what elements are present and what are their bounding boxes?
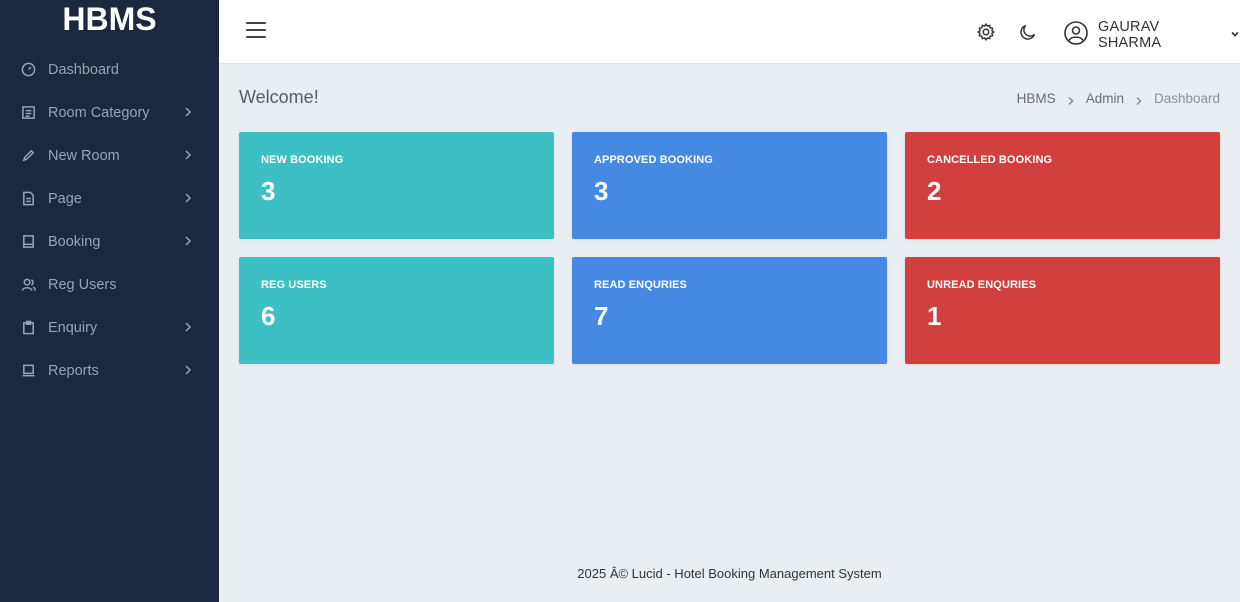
moon-icon[interactable] xyxy=(1017,21,1039,43)
stat-card-reg-users[interactable]: REG USERS 6 xyxy=(239,257,554,364)
sidebar-item-label: Dashboard xyxy=(48,61,119,78)
breadcrumb-current: Dashboard xyxy=(1153,91,1220,106)
users-icon xyxy=(20,277,36,293)
laptop-icon xyxy=(20,363,36,379)
top-bar: GAURAV SHARMA xyxy=(219,0,1240,64)
sidebar-item-label: Page xyxy=(48,190,82,207)
stat-value: 1 xyxy=(927,301,942,331)
chevron-right-icon xyxy=(183,105,193,119)
user-name: GAURAV SHARMA xyxy=(1098,19,1162,51)
sidebar-item-label: New Room xyxy=(48,147,120,164)
brand-logo[interactable]: HBMS xyxy=(0,0,219,40)
chevron-right-icon xyxy=(183,191,193,205)
chevron-right-icon xyxy=(183,363,193,377)
sidebar-item-label: Reports xyxy=(48,362,99,379)
sidebar: HBMS Dashboard Room Category New Room Pa… xyxy=(0,0,219,602)
chevron-right-icon xyxy=(1135,94,1143,105)
breadcrumb-item[interactable]: Admin xyxy=(1086,91,1124,106)
stat-card-new-booking[interactable]: NEW BOOKING 3 xyxy=(239,132,554,239)
pencil-icon xyxy=(20,148,36,164)
sidebar-item-enquiry[interactable]: Enquiry xyxy=(0,306,219,349)
settings-icon[interactable] xyxy=(975,21,997,43)
stat-value: 2 xyxy=(927,176,942,206)
stat-label: UNREAD ENQURIES xyxy=(927,279,1037,291)
chevron-right-icon xyxy=(183,148,193,162)
stat-card-unread-enquiries[interactable]: UNREAD ENQURIES 1 xyxy=(905,257,1220,364)
chevron-right-icon xyxy=(183,320,193,334)
stat-label: READ ENQURIES xyxy=(594,279,687,291)
stat-label: CANCELLED BOOKING xyxy=(927,154,1053,166)
stat-value: 3 xyxy=(594,176,609,206)
sidebar-item-label: Room Category xyxy=(48,104,150,121)
chevron-right-icon xyxy=(183,234,193,248)
page-title: Welcome! xyxy=(239,87,319,107)
breadcrumb: HBMS Admin Dashboard xyxy=(1017,91,1220,106)
sidebar-nav: Dashboard Room Category New Room Page Bo… xyxy=(0,48,219,392)
stat-value: 7 xyxy=(594,301,609,331)
chevron-right-icon xyxy=(1067,94,1075,105)
clipboard-icon xyxy=(20,320,36,336)
stat-card-read-enquiries[interactable]: READ ENQURIES 7 xyxy=(572,257,887,364)
footer-text: 2025 Â© Lucid - Hotel Booking Management… xyxy=(577,566,882,581)
stat-value: 3 xyxy=(261,176,276,206)
page-icon xyxy=(20,191,36,207)
book-icon xyxy=(20,234,36,250)
sidebar-item-label: Booking xyxy=(48,233,101,250)
sidebar-item-label: Reg Users xyxy=(48,276,117,293)
user-circle-icon xyxy=(1063,20,1089,51)
user-menu[interactable]: GAURAV SHARMA xyxy=(1063,19,1240,51)
sidebar-item-dashboard[interactable]: Dashboard xyxy=(0,48,219,91)
sidebar-item-reports[interactable]: Reports xyxy=(0,349,219,392)
sidebar-item-new-room[interactable]: New Room xyxy=(0,134,219,177)
stat-value: 6 xyxy=(261,301,276,331)
sidebar-item-label: Enquiry xyxy=(48,319,98,336)
chevron-down-icon xyxy=(1226,26,1240,44)
stat-label: REG USERS xyxy=(261,279,327,291)
stat-card-cancelled-booking[interactable]: CANCELLED BOOKING 2 xyxy=(905,132,1220,239)
stat-label: APPROVED BOOKING xyxy=(594,154,713,166)
sidebar-item-reg-users[interactable]: Reg Users xyxy=(0,263,219,306)
breadcrumb-item[interactable]: HBMS xyxy=(1017,91,1056,106)
stat-card-approved-booking[interactable]: APPROVED BOOKING 3 xyxy=(572,132,887,239)
sidebar-item-page[interactable]: Page xyxy=(0,177,219,220)
stat-label: NEW BOOKING xyxy=(261,154,344,166)
category-icon xyxy=(20,105,36,121)
sidebar-item-booking[interactable]: Booking xyxy=(0,220,219,263)
sidebar-item-room-category[interactable]: Room Category xyxy=(0,91,219,134)
dashboard-icon xyxy=(20,62,36,78)
menu-icon[interactable] xyxy=(246,22,266,42)
